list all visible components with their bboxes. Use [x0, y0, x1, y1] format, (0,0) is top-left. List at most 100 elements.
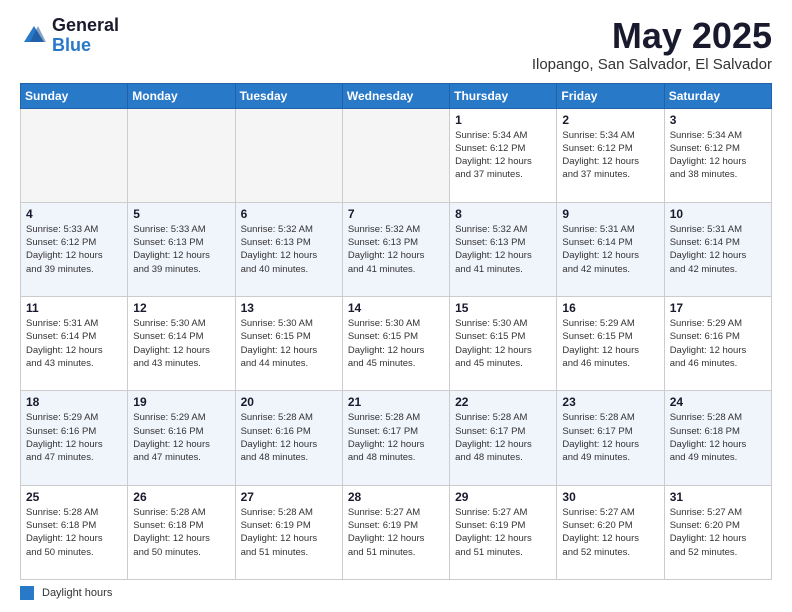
day-number: 9 — [562, 207, 658, 221]
calendar-cell: 7Sunrise: 5:32 AM Sunset: 6:13 PM Daylig… — [342, 202, 449, 296]
calendar-cell: 15 Sunrise: 5:30 AM Sunset: 6:15 PM Dayli… — [450, 297, 557, 391]
logo-icon — [20, 22, 48, 50]
day-number: 23 — [562, 395, 658, 409]
day-number: 22 — [455, 395, 551, 409]
location: Ilopango, San Salvador, El Salvador — [532, 56, 772, 73]
day-number: 1 — [455, 113, 551, 127]
day-info: Sunrise: 5:31 AM Sunset: 6:14 PM Dayligh… — [562, 223, 658, 276]
calendar-cell: 27Sunrise: 5:28 AM Sunset: 6:19 PM Dayli… — [235, 485, 342, 579]
calendar-cell: 3 Sunrise: 5:34 AM Sunset: 6:12 PM Daylig… — [664, 108, 771, 202]
day-number: 10 — [670, 207, 766, 221]
day-info: Sunrise: 5:34 AM Sunset: 6:12 PM Dayligh… — [562, 129, 658, 182]
day-info: Sunrise: 5:34 AM Sunset: 6:12 PM Dayligh… — [455, 129, 551, 182]
day-number: 25 — [26, 490, 122, 504]
logo-blue-text: Blue — [52, 36, 119, 56]
calendar-cell — [128, 108, 235, 202]
day-number: 30 — [562, 490, 658, 504]
day-number: 20 — [241, 395, 337, 409]
logo-text: General Blue — [52, 16, 119, 56]
calendar-week-4: 18 Sunrise: 5:29 AM Sunset: 6:16 PM Dayli… — [21, 391, 772, 485]
calendar-cell: 24Sunrise: 5:28 AM Sunset: 6:18 PM Dayli… — [664, 391, 771, 485]
day-info: Sunrise: 5:31 AM Sunset: 6:14 PM Dayligh… — [670, 223, 766, 276]
day-number: 13 — [241, 301, 337, 315]
calendar-cell: 21Sunrise: 5:28 AM Sunset: 6:17 PM Dayli… — [342, 391, 449, 485]
calendar-cell: 8 Sunrise: 5:32 AM Sunset: 6:13 PM Daylig… — [450, 202, 557, 296]
calendar-cell: 12 Sunrise: 5:30 AM Sunset: 6:14 PM Dayli… — [128, 297, 235, 391]
calendar-table: SundayMondayTuesdayWednesdayThursdayFrid… — [20, 83, 772, 580]
calendar-week-5: 25 Sunrise: 5:28 AM Sunset: 6:18 PM Dayli… — [21, 485, 772, 579]
day-info: Sunrise: 5:31 AM Sunset: 6:14 PM Dayligh… — [26, 317, 122, 370]
header: General Blue May 2025 Ilopango, San Salv… — [20, 16, 772, 73]
day-info: Sunrise: 5:28 AM Sunset: 6:17 PM Dayligh… — [562, 411, 658, 464]
day-number: 24 — [670, 395, 766, 409]
calendar-cell — [21, 108, 128, 202]
day-info: Sunrise: 5:27 AM Sunset: 6:20 PM Dayligh… — [670, 506, 766, 559]
day-number: 11 — [26, 301, 122, 315]
day-number: 31 — [670, 490, 766, 504]
calendar-cell: 26 Sunrise: 5:28 AM Sunset: 6:18 PM Dayli… — [128, 485, 235, 579]
day-info: Sunrise: 5:33 AM Sunset: 6:12 PM Dayligh… — [26, 223, 122, 276]
calendar-cell: 18 Sunrise: 5:29 AM Sunset: 6:16 PM Dayli… — [21, 391, 128, 485]
calendar-cell: 23 Sunrise: 5:28 AM Sunset: 6:17 PM Dayli… — [557, 391, 664, 485]
calendar-cell: 29 Sunrise: 5:27 AM Sunset: 6:19 PM Dayli… — [450, 485, 557, 579]
calendar-header-row: SundayMondayTuesdayWednesdayThursdayFrid… — [21, 83, 772, 108]
title-block: May 2025 Ilopango, San Salvador, El Salv… — [532, 16, 772, 73]
calendar-week-1: 1 Sunrise: 5:34 AM Sunset: 6:12 PM Daylig… — [21, 108, 772, 202]
day-number: 8 — [455, 207, 551, 221]
legend-color-box — [20, 586, 34, 600]
calendar-cell — [342, 108, 449, 202]
calendar-header-sunday: Sunday — [21, 83, 128, 108]
day-number: 3 — [670, 113, 766, 127]
logo: General Blue — [20, 16, 119, 56]
calendar-header-thursday: Thursday — [450, 83, 557, 108]
day-info: Sunrise: 5:29 AM Sunset: 6:16 PM Dayligh… — [670, 317, 766, 370]
day-number: 17 — [670, 301, 766, 315]
day-info: Sunrise: 5:30 AM Sunset: 6:15 PM Dayligh… — [241, 317, 337, 370]
logo-general-text: General — [52, 16, 119, 36]
day-number: 7 — [348, 207, 444, 221]
day-info: Sunrise: 5:28 AM Sunset: 6:18 PM Dayligh… — [133, 506, 229, 559]
day-info: Sunrise: 5:34 AM Sunset: 6:12 PM Dayligh… — [670, 129, 766, 182]
calendar-header-friday: Friday — [557, 83, 664, 108]
day-number: 18 — [26, 395, 122, 409]
calendar-cell: 10 Sunrise: 5:31 AM Sunset: 6:14 PM Dayli… — [664, 202, 771, 296]
day-number: 19 — [133, 395, 229, 409]
calendar-week-3: 11 Sunrise: 5:31 AM Sunset: 6:14 PM Dayli… — [21, 297, 772, 391]
calendar-cell: 6Sunrise: 5:32 AM Sunset: 6:13 PM Daylig… — [235, 202, 342, 296]
day-number: 5 — [133, 207, 229, 221]
legend: Daylight hours — [20, 586, 772, 600]
day-number: 2 — [562, 113, 658, 127]
calendar-cell: 31 Sunrise: 5:27 AM Sunset: 6:20 PM Dayli… — [664, 485, 771, 579]
day-info: Sunrise: 5:30 AM Sunset: 6:15 PM Dayligh… — [455, 317, 551, 370]
page: General Blue May 2025 Ilopango, San Salv… — [0, 0, 792, 612]
day-info: Sunrise: 5:27 AM Sunset: 6:19 PM Dayligh… — [455, 506, 551, 559]
calendar-cell: 5Sunrise: 5:33 AM Sunset: 6:13 PM Daylig… — [128, 202, 235, 296]
day-number: 26 — [133, 490, 229, 504]
calendar-cell: 14 Sunrise: 5:30 AM Sunset: 6:15 PM Dayli… — [342, 297, 449, 391]
legend-label: Daylight hours — [42, 587, 112, 599]
calendar-cell: 22Sunrise: 5:28 AM Sunset: 6:17 PM Dayli… — [450, 391, 557, 485]
calendar-cell — [235, 108, 342, 202]
month-title: May 2025 — [532, 16, 772, 56]
day-info: Sunrise: 5:32 AM Sunset: 6:13 PM Dayligh… — [241, 223, 337, 276]
calendar-cell: 16Sunrise: 5:29 AM Sunset: 6:15 PM Dayli… — [557, 297, 664, 391]
calendar-cell: 17 Sunrise: 5:29 AM Sunset: 6:16 PM Dayli… — [664, 297, 771, 391]
day-info: Sunrise: 5:30 AM Sunset: 6:15 PM Dayligh… — [348, 317, 444, 370]
day-number: 15 — [455, 301, 551, 315]
day-number: 14 — [348, 301, 444, 315]
calendar-cell: 9 Sunrise: 5:31 AM Sunset: 6:14 PM Daylig… — [557, 202, 664, 296]
day-info: Sunrise: 5:32 AM Sunset: 6:13 PM Dayligh… — [455, 223, 551, 276]
day-info: Sunrise: 5:27 AM Sunset: 6:20 PM Dayligh… — [562, 506, 658, 559]
day-info: Sunrise: 5:28 AM Sunset: 6:18 PM Dayligh… — [26, 506, 122, 559]
day-number: 29 — [455, 490, 551, 504]
day-info: Sunrise: 5:29 AM Sunset: 6:16 PM Dayligh… — [26, 411, 122, 464]
day-number: 12 — [133, 301, 229, 315]
calendar-cell: 2 Sunrise: 5:34 AM Sunset: 6:12 PM Daylig… — [557, 108, 664, 202]
calendar-week-2: 4Sunrise: 5:33 AM Sunset: 6:12 PM Daylig… — [21, 202, 772, 296]
calendar-header-wednesday: Wednesday — [342, 83, 449, 108]
calendar-cell: 25 Sunrise: 5:28 AM Sunset: 6:18 PM Dayli… — [21, 485, 128, 579]
day-number: 28 — [348, 490, 444, 504]
day-info: Sunrise: 5:30 AM Sunset: 6:14 PM Dayligh… — [133, 317, 229, 370]
calendar-cell: 30 Sunrise: 5:27 AM Sunset: 6:20 PM Dayli… — [557, 485, 664, 579]
calendar-cell: 4Sunrise: 5:33 AM Sunset: 6:12 PM Daylig… — [21, 202, 128, 296]
